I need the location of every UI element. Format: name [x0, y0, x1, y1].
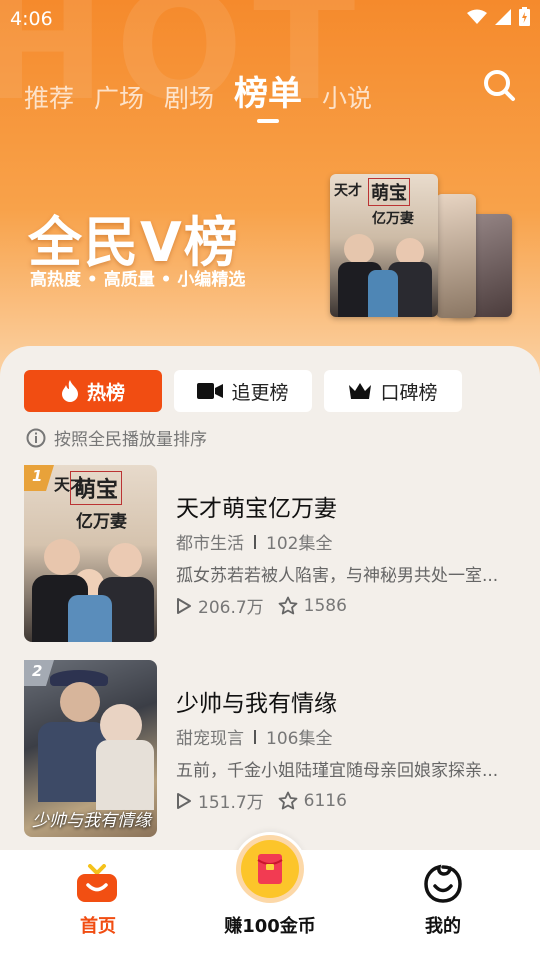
poster-middle — [436, 194, 476, 318]
drama-stats: 151.7万 6116 — [176, 788, 347, 813]
nav-profile-label: 我的 — [425, 916, 461, 937]
drama-genre: 甜宠现言 — [176, 729, 244, 749]
star-icon — [278, 596, 298, 614]
drama-meta: 都市生活 102集全 — [176, 529, 332, 554]
tab-theater[interactable]: 剧场 — [164, 79, 214, 115]
ranking-item-1[interactable]: 天才 萌宝 亿万妻 1 天才萌宝亿万妻 都市生活 102集全 孤女苏若若被人陷害… — [24, 465, 524, 643]
tab-ranking[interactable]: 榜单 — [234, 66, 302, 123]
hero-subtitle: 高热度 • 高质量 • 小编精选 — [30, 270, 246, 290]
cover-image: 天才 萌宝 亿万妻 — [24, 465, 157, 642]
star-icon — [278, 791, 298, 809]
hero-banner[interactable]: HOT 4:06 推荐 广场 剧场 榜单 小说 全民V榜 高热度 • 高质量 •… — [0, 0, 540, 380]
meta-divider — [254, 534, 256, 549]
play-icon — [177, 597, 191, 614]
play-icon — [177, 792, 191, 809]
rank-number: 1 — [32, 467, 43, 485]
drama-title: 少帅与我有情缘 — [176, 691, 337, 717]
smiley-profile-icon — [424, 864, 462, 903]
signal-icon — [495, 8, 511, 25]
status-bar: 4:06 — [0, 0, 540, 36]
drama-description: 五前，千金小姐陆瑾宜随母亲回娘家探亲... — [176, 761, 499, 781]
ranking-filter-chips: 热榜 追更榜 口碑榜 — [24, 370, 462, 412]
drama-genre: 都市生活 — [176, 534, 244, 554]
red-envelope-icon — [236, 835, 304, 903]
ranking-item-2[interactable]: 少帅与我有情缘 2 少帅与我有情缘 甜宠现言 106集全 五前，千金小姐陆瑾宜随… — [24, 660, 524, 838]
battery-icon — [519, 7, 530, 26]
cover-image: 少帅与我有情缘 — [24, 660, 157, 837]
drama-episodes: 102集全 — [266, 534, 333, 554]
crown-icon — [349, 383, 372, 399]
drama-description: 孤女苏若若被人陷害，与神秘男共处一室... — [176, 566, 499, 586]
tab-recommend[interactable]: 推荐 — [24, 79, 74, 115]
play-count: 206.7万 — [198, 598, 264, 618]
drama-stats: 206.7万 1586 — [176, 593, 347, 618]
favorite-count: 6116 — [303, 790, 347, 811]
hero-poster-stack[interactable]: 天才 萌宝 亿万妻 — [330, 172, 520, 322]
sort-hint: 按照全民播放量排序 — [26, 425, 207, 450]
tv-home-icon — [77, 864, 117, 902]
chip-hot[interactable]: 热榜 — [24, 370, 162, 412]
play-count: 151.7万 — [198, 793, 264, 813]
wifi-icon — [467, 9, 487, 24]
bottom-navigation: 首页 赚100金币 我的 — [0, 835, 540, 960]
chip-reputation[interactable]: 口碑榜 — [324, 370, 462, 412]
chip-following[interactable]: 追更榜 — [174, 370, 312, 412]
tab-plaza[interactable]: 广场 — [94, 79, 144, 115]
drama-episodes: 106集全 — [266, 729, 333, 749]
status-time: 4:06 — [10, 8, 53, 30]
search-icon[interactable] — [482, 68, 516, 102]
nav-home-label: 首页 — [80, 916, 116, 937]
video-camera-icon — [197, 383, 224, 399]
drama-title: 天才萌宝亿万妻 — [176, 496, 337, 522]
favorite-count: 1586 — [303, 595, 347, 616]
nav-earn-coins-label: 赚100金币 — [224, 916, 316, 937]
meta-divider — [254, 729, 256, 744]
poster-front: 天才 萌宝 亿万妻 — [330, 174, 438, 317]
rank-number: 2 — [32, 662, 43, 680]
drama-meta: 甜宠现言 106集全 — [176, 724, 332, 749]
top-tabs: 推荐 广场 剧场 榜单 小说 — [24, 66, 372, 123]
info-icon — [26, 428, 46, 447]
tab-novel[interactable]: 小说 — [322, 79, 372, 115]
flame-icon — [61, 380, 78, 402]
